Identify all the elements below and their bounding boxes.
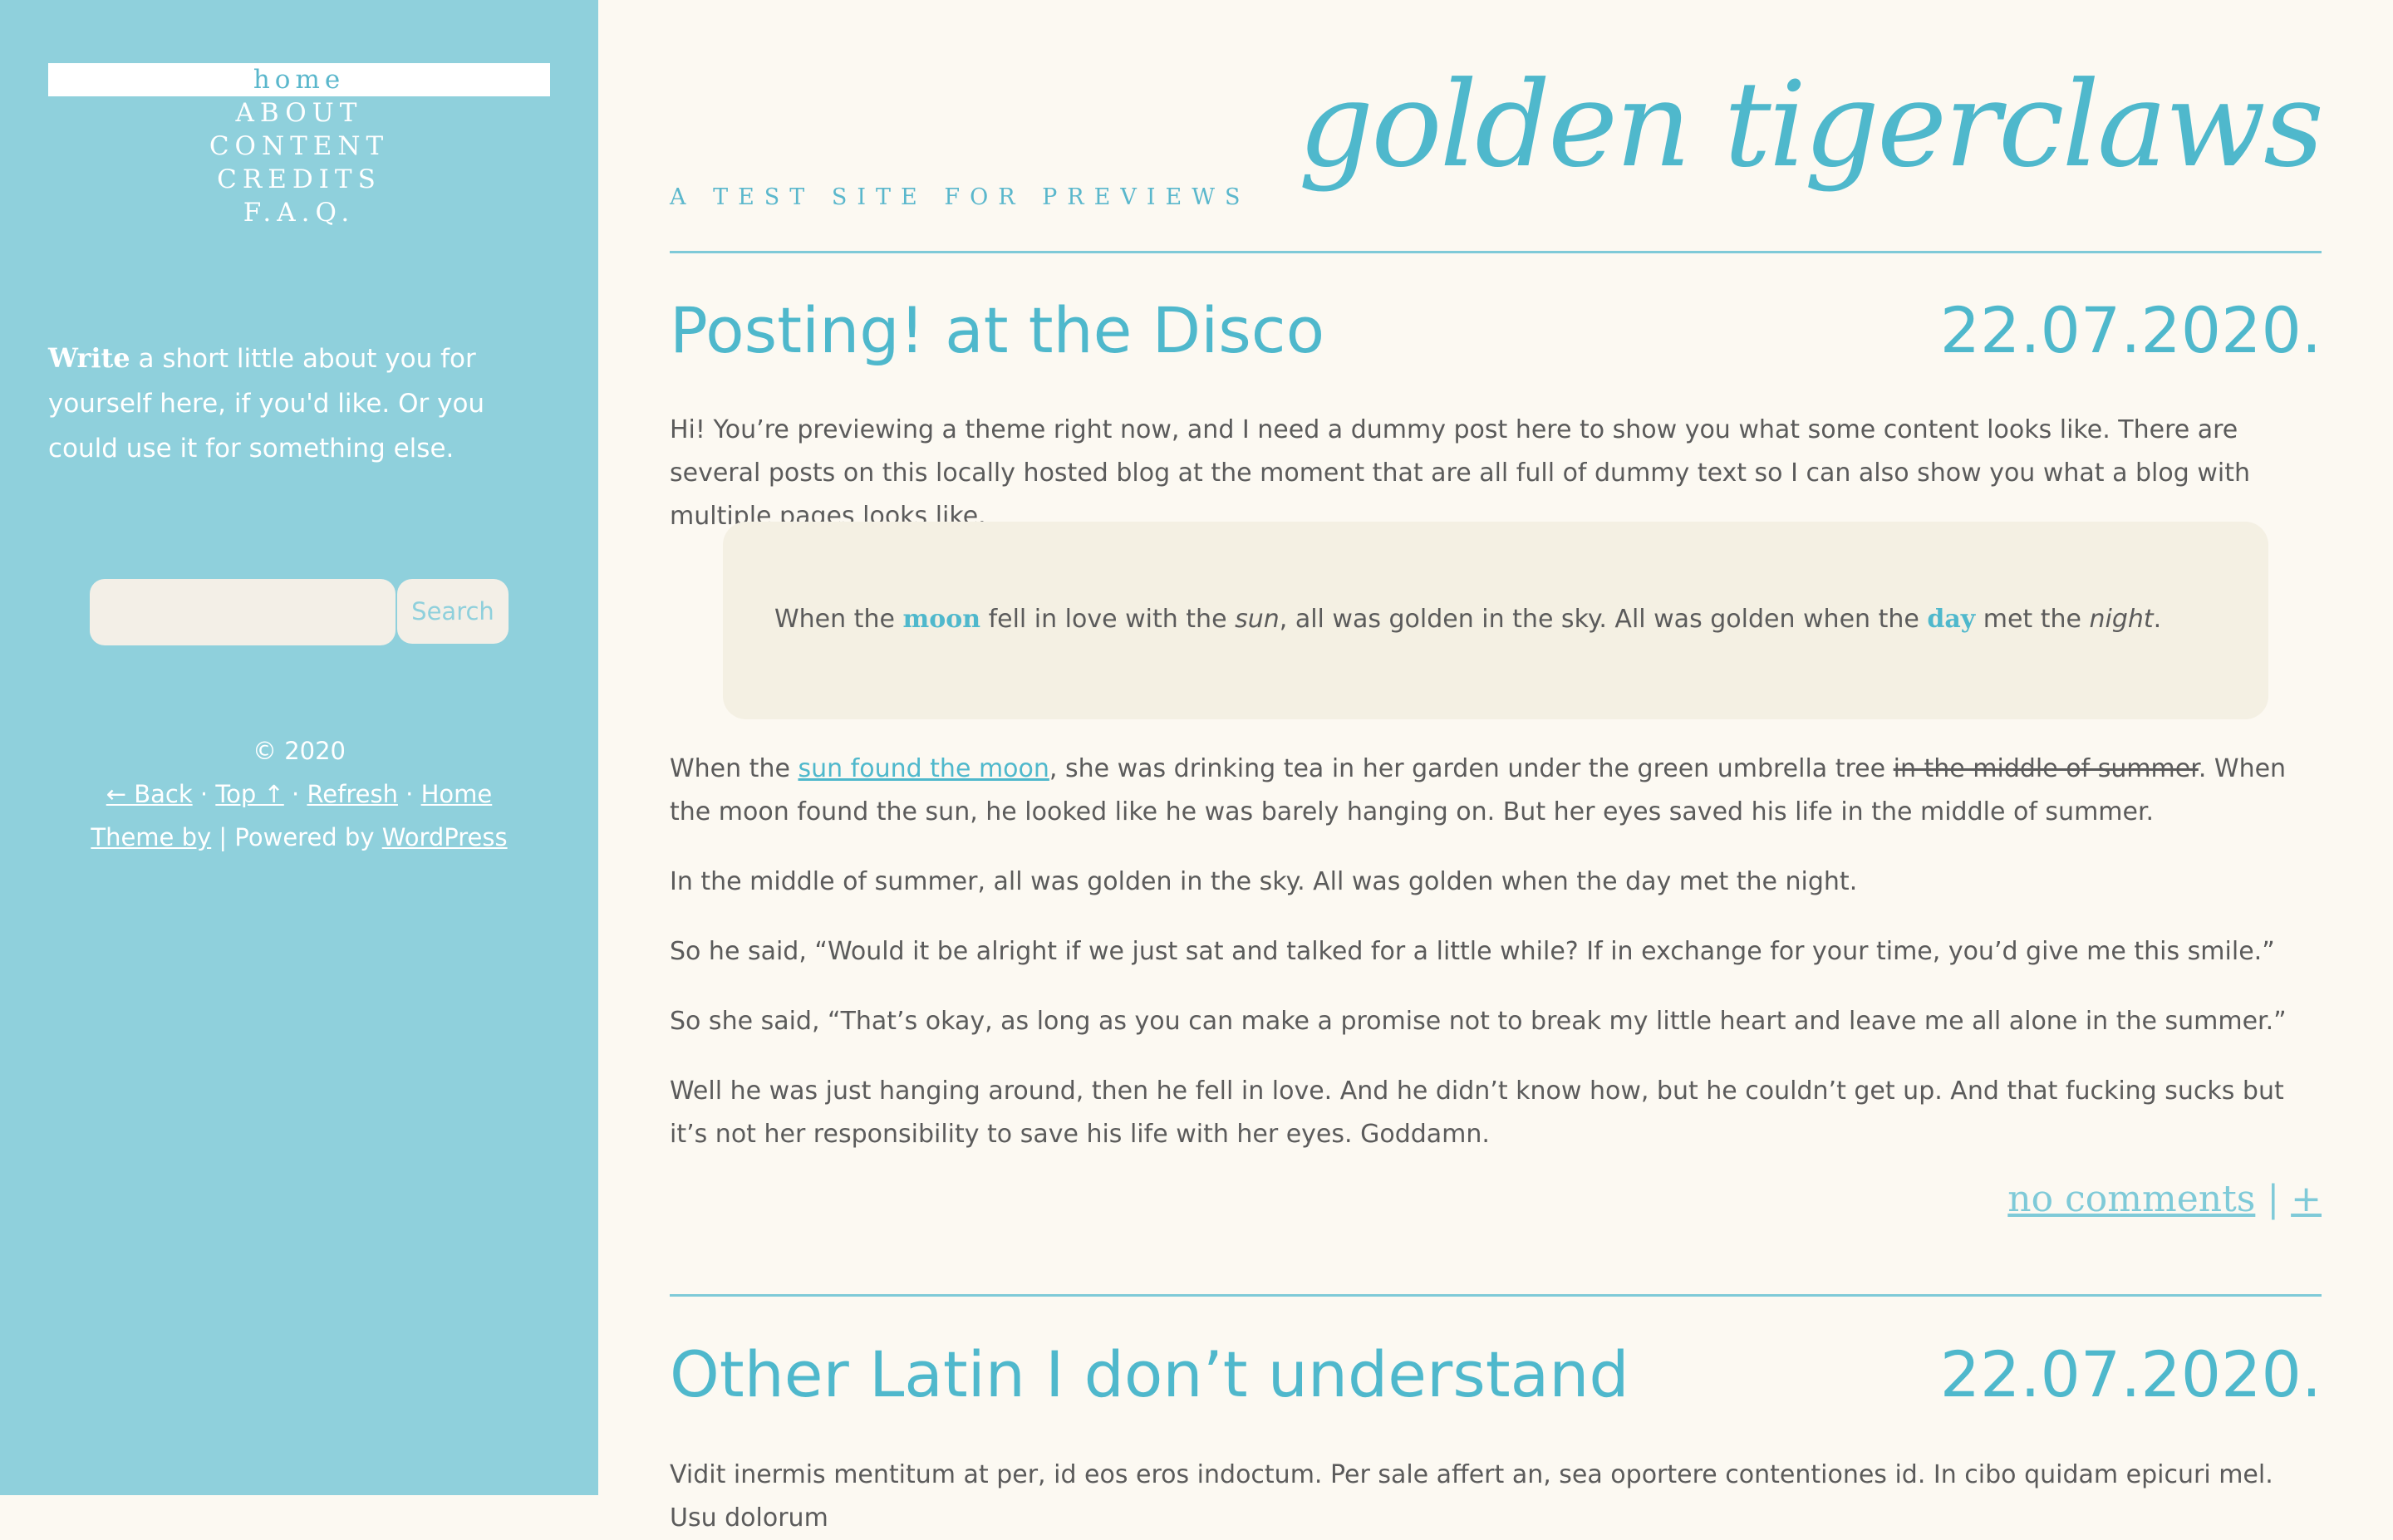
main-nav: home about content credits f.a.q. <box>48 63 550 229</box>
quote-segment: When the <box>774 605 903 634</box>
strikethrough-text: in the middle of summer <box>1893 754 2199 783</box>
sidebar: home about content credits f.a.q. Write … <box>0 0 598 1495</box>
post-paragraph: Vidit inermis mentitum at per, id eos er… <box>670 1460 2273 1533</box>
powered-by-text: Powered by <box>234 823 375 851</box>
wordpress-link[interactable]: WordPress <box>382 823 508 851</box>
inline-link[interactable]: sun found the moon <box>798 754 1049 783</box>
sidebar-footer: © 2020 ← Back · Top ↑ · Refresh · Home T… <box>48 729 550 859</box>
separator: | <box>211 823 235 851</box>
about-lead: Write <box>48 342 130 374</box>
post-paragraph: Hi! You’re previewing a theme right now,… <box>670 415 2250 531</box>
site-tagline: A TEST SITE FOR PREVIEWS <box>670 184 1251 210</box>
quote-segment: met the <box>1975 605 2090 634</box>
post-title[interactable]: Posting! at the Disco <box>670 293 1324 367</box>
theme-by-link[interactable]: Theme by <box>91 823 211 851</box>
quote-segment: . <box>2153 605 2162 634</box>
nav-item-faq[interactable]: f.a.q. <box>48 196 550 229</box>
back-link[interactable]: ← Back <box>106 780 193 808</box>
quote-highlight: day <box>1927 605 1976 634</box>
post-paragraph: Well he was just hanging around, then he… <box>670 1077 2284 1149</box>
about-blurb: Write a short little about you for yours… <box>48 336 547 471</box>
copyright: © 2020 <box>252 737 346 765</box>
nav-item-home[interactable]: home <box>48 63 550 96</box>
search-input[interactable] <box>90 579 396 645</box>
post-date: 22.07.2020. <box>1939 293 2322 367</box>
nav-item-content[interactable]: content <box>48 130 550 163</box>
quote-segment: , all was golden in the sky. All was gol… <box>1279 605 1928 634</box>
header-divider <box>670 251 2322 253</box>
separator: · <box>192 780 216 808</box>
separator: · <box>397 780 421 808</box>
quote-highlight: moon <box>902 605 981 634</box>
separator: | <box>2255 1178 2292 1220</box>
nav-item-about[interactable]: about <box>48 96 550 130</box>
plus-icon[interactable]: + <box>2291 1178 2322 1220</box>
post-paragraph: When the sun found the moon, she was dri… <box>670 748 2322 834</box>
footer-links: ← Back · Top ↑ · Refresh · Home <box>48 772 550 816</box>
text-segment: , she was drinking tea in her garden und… <box>1049 754 1894 783</box>
post-date: 22.07.2020. <box>1939 1337 2322 1411</box>
credits-line: Theme by | Powered by WordPress <box>48 816 550 859</box>
text-segment: When the <box>670 754 798 783</box>
quote-emphasis: night <box>2089 605 2154 634</box>
site-title[interactable]: golden tigerclaws <box>1298 56 2324 194</box>
comments-link[interactable]: no comments <box>2007 1178 2255 1220</box>
post-divider <box>670 1294 2322 1297</box>
quote-emphasis: sun <box>1235 605 1280 634</box>
post-title[interactable]: Other Latin I don’t understand <box>670 1337 1629 1411</box>
blockquote: When the moon fell in love with the sun,… <box>723 522 2268 719</box>
quote-text: When the moon fell in love with the sun,… <box>774 601 2237 638</box>
post-paragraph: In the middle of summer, all was golden … <box>670 867 1858 896</box>
quote-segment: fell in love with the <box>980 605 1236 634</box>
post-meta: no comments | + <box>2007 1178 2322 1228</box>
home-link[interactable]: Home <box>421 780 493 808</box>
search-button[interactable]: Search <box>397 579 509 644</box>
top-link[interactable]: Top ↑ <box>215 780 283 808</box>
post-paragraph: So she said, “That’s okay, as long as yo… <box>670 1007 2287 1036</box>
separator: · <box>283 780 307 808</box>
nav-item-credits[interactable]: credits <box>48 163 550 196</box>
refresh-link[interactable]: Refresh <box>307 780 398 808</box>
post-paragraph: So he said, “Would it be alright if we j… <box>670 937 2275 966</box>
